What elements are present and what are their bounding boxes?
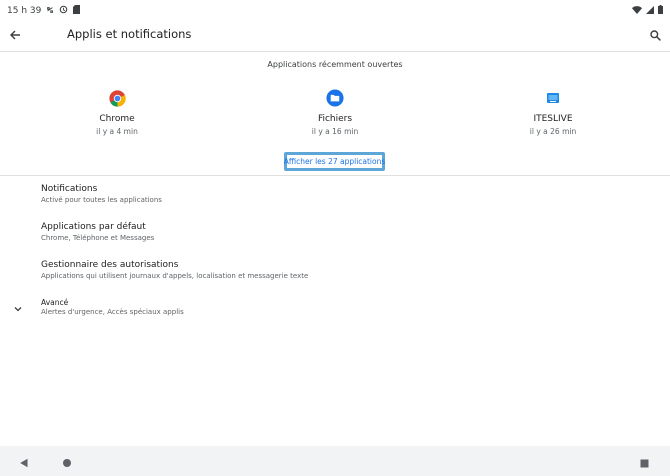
- signal-icon: [646, 5, 654, 17]
- home-circle-icon: [62, 453, 72, 472]
- recent-app-time: il y a 16 min: [311, 127, 359, 136]
- iteslive-icon: [543, 88, 563, 108]
- sync-icon: [59, 5, 68, 17]
- battery-icon: [658, 5, 663, 17]
- files-folder-icon: [325, 88, 345, 108]
- recent-app-chrome[interactable]: Chrome il y a 4 min: [42, 88, 192, 136]
- settings-item-summary: Chrome, Téléphone et Messages: [41, 234, 155, 242]
- recent-app-iteslive[interactable]: ITESLIVE il y a 26 min: [478, 88, 628, 136]
- status-left: 15 h 39: [7, 5, 81, 17]
- sim-card-icon: [73, 5, 81, 17]
- status-right: [632, 5, 663, 17]
- recent-app-name: Chrome: [99, 114, 135, 124]
- wifi-icon: [632, 5, 642, 17]
- recent-section-divider: [0, 175, 670, 176]
- recent-apps-header: Applications récemment ouvertes: [267, 60, 403, 69]
- navigation-bar: [0, 446, 670, 476]
- app-bar-divider: [0, 51, 670, 52]
- recent-app-fichiers[interactable]: Fichiers il y a 16 min: [260, 88, 410, 136]
- status-time: 15 h 39: [7, 6, 42, 16]
- settings-item-summary: Applications qui utilisent journaux d'ap…: [41, 272, 309, 280]
- triangle-back-icon: [19, 453, 29, 472]
- settings-item-advanced[interactable]: Avancé Alertes d'urgence, Accès spéciaux…: [0, 297, 670, 333]
- recent-app-name: ITESLIVE: [533, 114, 573, 124]
- status-bar: 15 h 39: [0, 0, 670, 22]
- recent-app-name: Fichiers: [317, 114, 353, 124]
- settings-item-summary: Alertes d'urgence, Accès spéciaux applis: [41, 308, 184, 316]
- app-bar: Applis et notifications: [0, 22, 670, 52]
- search-icon: [649, 26, 661, 45]
- settings-item-notifications[interactable]: Notifications Activé pour toutes les app…: [0, 184, 670, 220]
- show-all-apps-button[interactable]: Afficher les 27 applications: [284, 152, 385, 171]
- settings-item-title: Avancé: [41, 298, 69, 307]
- chrome-icon: [107, 88, 127, 108]
- nav-home-button[interactable]: [59, 454, 75, 470]
- search-button[interactable]: [646, 26, 664, 44]
- settings-item-permission-manager[interactable]: Gestionnaire des autorisations Applicati…: [0, 260, 670, 296]
- settings-item-title: Applications par défaut: [41, 222, 146, 232]
- usb-debug-icon: [46, 6, 54, 17]
- nav-back-button[interactable]: [16, 454, 32, 470]
- settings-item-summary: Activé pour toutes les applications: [41, 196, 162, 204]
- square-recents-icon: [640, 453, 649, 472]
- arrow-back-icon: [9, 26, 21, 45]
- recent-app-time: il y a 26 min: [529, 127, 577, 136]
- chevron-down-icon: [12, 300, 24, 312]
- settings-item-default-apps[interactable]: Applications par défaut Chrome, Téléphon…: [0, 222, 670, 258]
- settings-item-title: Gestionnaire des autorisations: [41, 260, 179, 270]
- back-button[interactable]: [6, 26, 24, 44]
- settings-item-title: Notifications: [41, 184, 98, 194]
- page-title: Applis et notifications: [67, 27, 192, 41]
- nav-recents-button[interactable]: [636, 454, 652, 470]
- recent-app-time: il y a 4 min: [96, 127, 138, 136]
